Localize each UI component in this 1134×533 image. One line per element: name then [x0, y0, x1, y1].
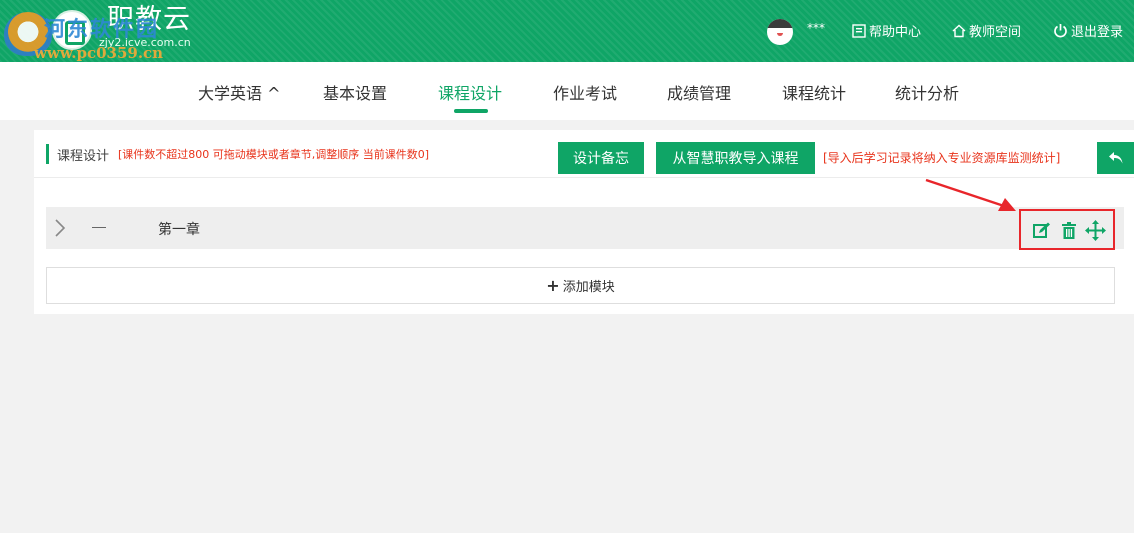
- help-center-label: 帮助中心: [869, 25, 922, 40]
- chapter-actions-highlight: [1019, 209, 1115, 250]
- course-nav: 大学英语 ^ 基本设置 课程设计 作业考试 成绩管理 课程统计 统计分析: [0, 62, 1134, 120]
- move-icon[interactable]: [1085, 220, 1106, 241]
- chevron-right-icon[interactable]: [54, 218, 66, 238]
- back-button[interactable]: [1097, 142, 1134, 174]
- trash-icon[interactable]: [1062, 222, 1076, 239]
- nav-course-statistics[interactable]: 课程统计: [782, 80, 846, 104]
- teacher-space-link[interactable]: 教师空间: [952, 21, 1021, 40]
- chapter-title: 第一章: [158, 222, 200, 238]
- nav-statistical-analysis[interactable]: 统计分析: [895, 80, 959, 104]
- add-module-label: 添加模块: [562, 280, 615, 295]
- design-memo-button[interactable]: 设计备忘: [558, 142, 644, 174]
- course-design-panel: 课程设计 [课件数不超过800 可拖动模块或者章节,调整顺序 当前课件数0] 设…: [34, 130, 1134, 314]
- nav-course-english[interactable]: 大学英语 ^: [198, 80, 281, 104]
- user-name[interactable]: ***: [807, 21, 825, 35]
- design-header: 课程设计 [课件数不超过800 可拖动模块或者章节,调整顺序 当前课件数0]: [46, 144, 429, 164]
- teacher-space-label: 教师空间: [969, 25, 1022, 40]
- collapse-dash-icon[interactable]: [92, 227, 106, 228]
- logout-link[interactable]: 退出登录: [1053, 21, 1123, 40]
- watermark-url: www.pc0359.cn: [34, 44, 164, 62]
- logout-label: 退出登录: [1071, 25, 1124, 40]
- plus-icon: +: [546, 275, 560, 295]
- design-notice: [课件数不超过800 可拖动模块或者章节,调整顺序 当前课件数0]: [118, 148, 430, 161]
- design-title: 课程设计: [57, 148, 110, 164]
- import-course-button[interactable]: 从智慧职教导入课程: [656, 142, 815, 174]
- watermark-text: 河东软件园: [44, 17, 159, 41]
- back-arrow-icon: [1108, 152, 1122, 164]
- home-icon: [952, 24, 966, 37]
- import-note: [导入后学习记录将纳入专业资源库监测统计]: [823, 151, 1061, 165]
- nav-course-design[interactable]: 课程设计: [438, 80, 502, 104]
- nav-homework-exam[interactable]: 作业考试: [553, 80, 617, 104]
- edit-icon[interactable]: [1033, 222, 1051, 239]
- active-tab-indicator: [454, 109, 488, 113]
- add-module-button[interactable]: + 添加模块: [46, 267, 1115, 304]
- help-icon: [852, 23, 866, 38]
- nav-basic-settings[interactable]: 基本设置: [323, 80, 387, 104]
- annotation-arrow: [925, 178, 1016, 211]
- help-center-link[interactable]: 帮助中心: [852, 21, 921, 40]
- power-icon: [1054, 24, 1067, 38]
- user-avatar[interactable]: [767, 19, 793, 45]
- top-header-bar: 职教云 zjy2.icve.com.cn 河东软件园 www.pc0359.cn…: [0, 0, 1134, 62]
- nav-grade-management[interactable]: 成绩管理: [667, 80, 731, 104]
